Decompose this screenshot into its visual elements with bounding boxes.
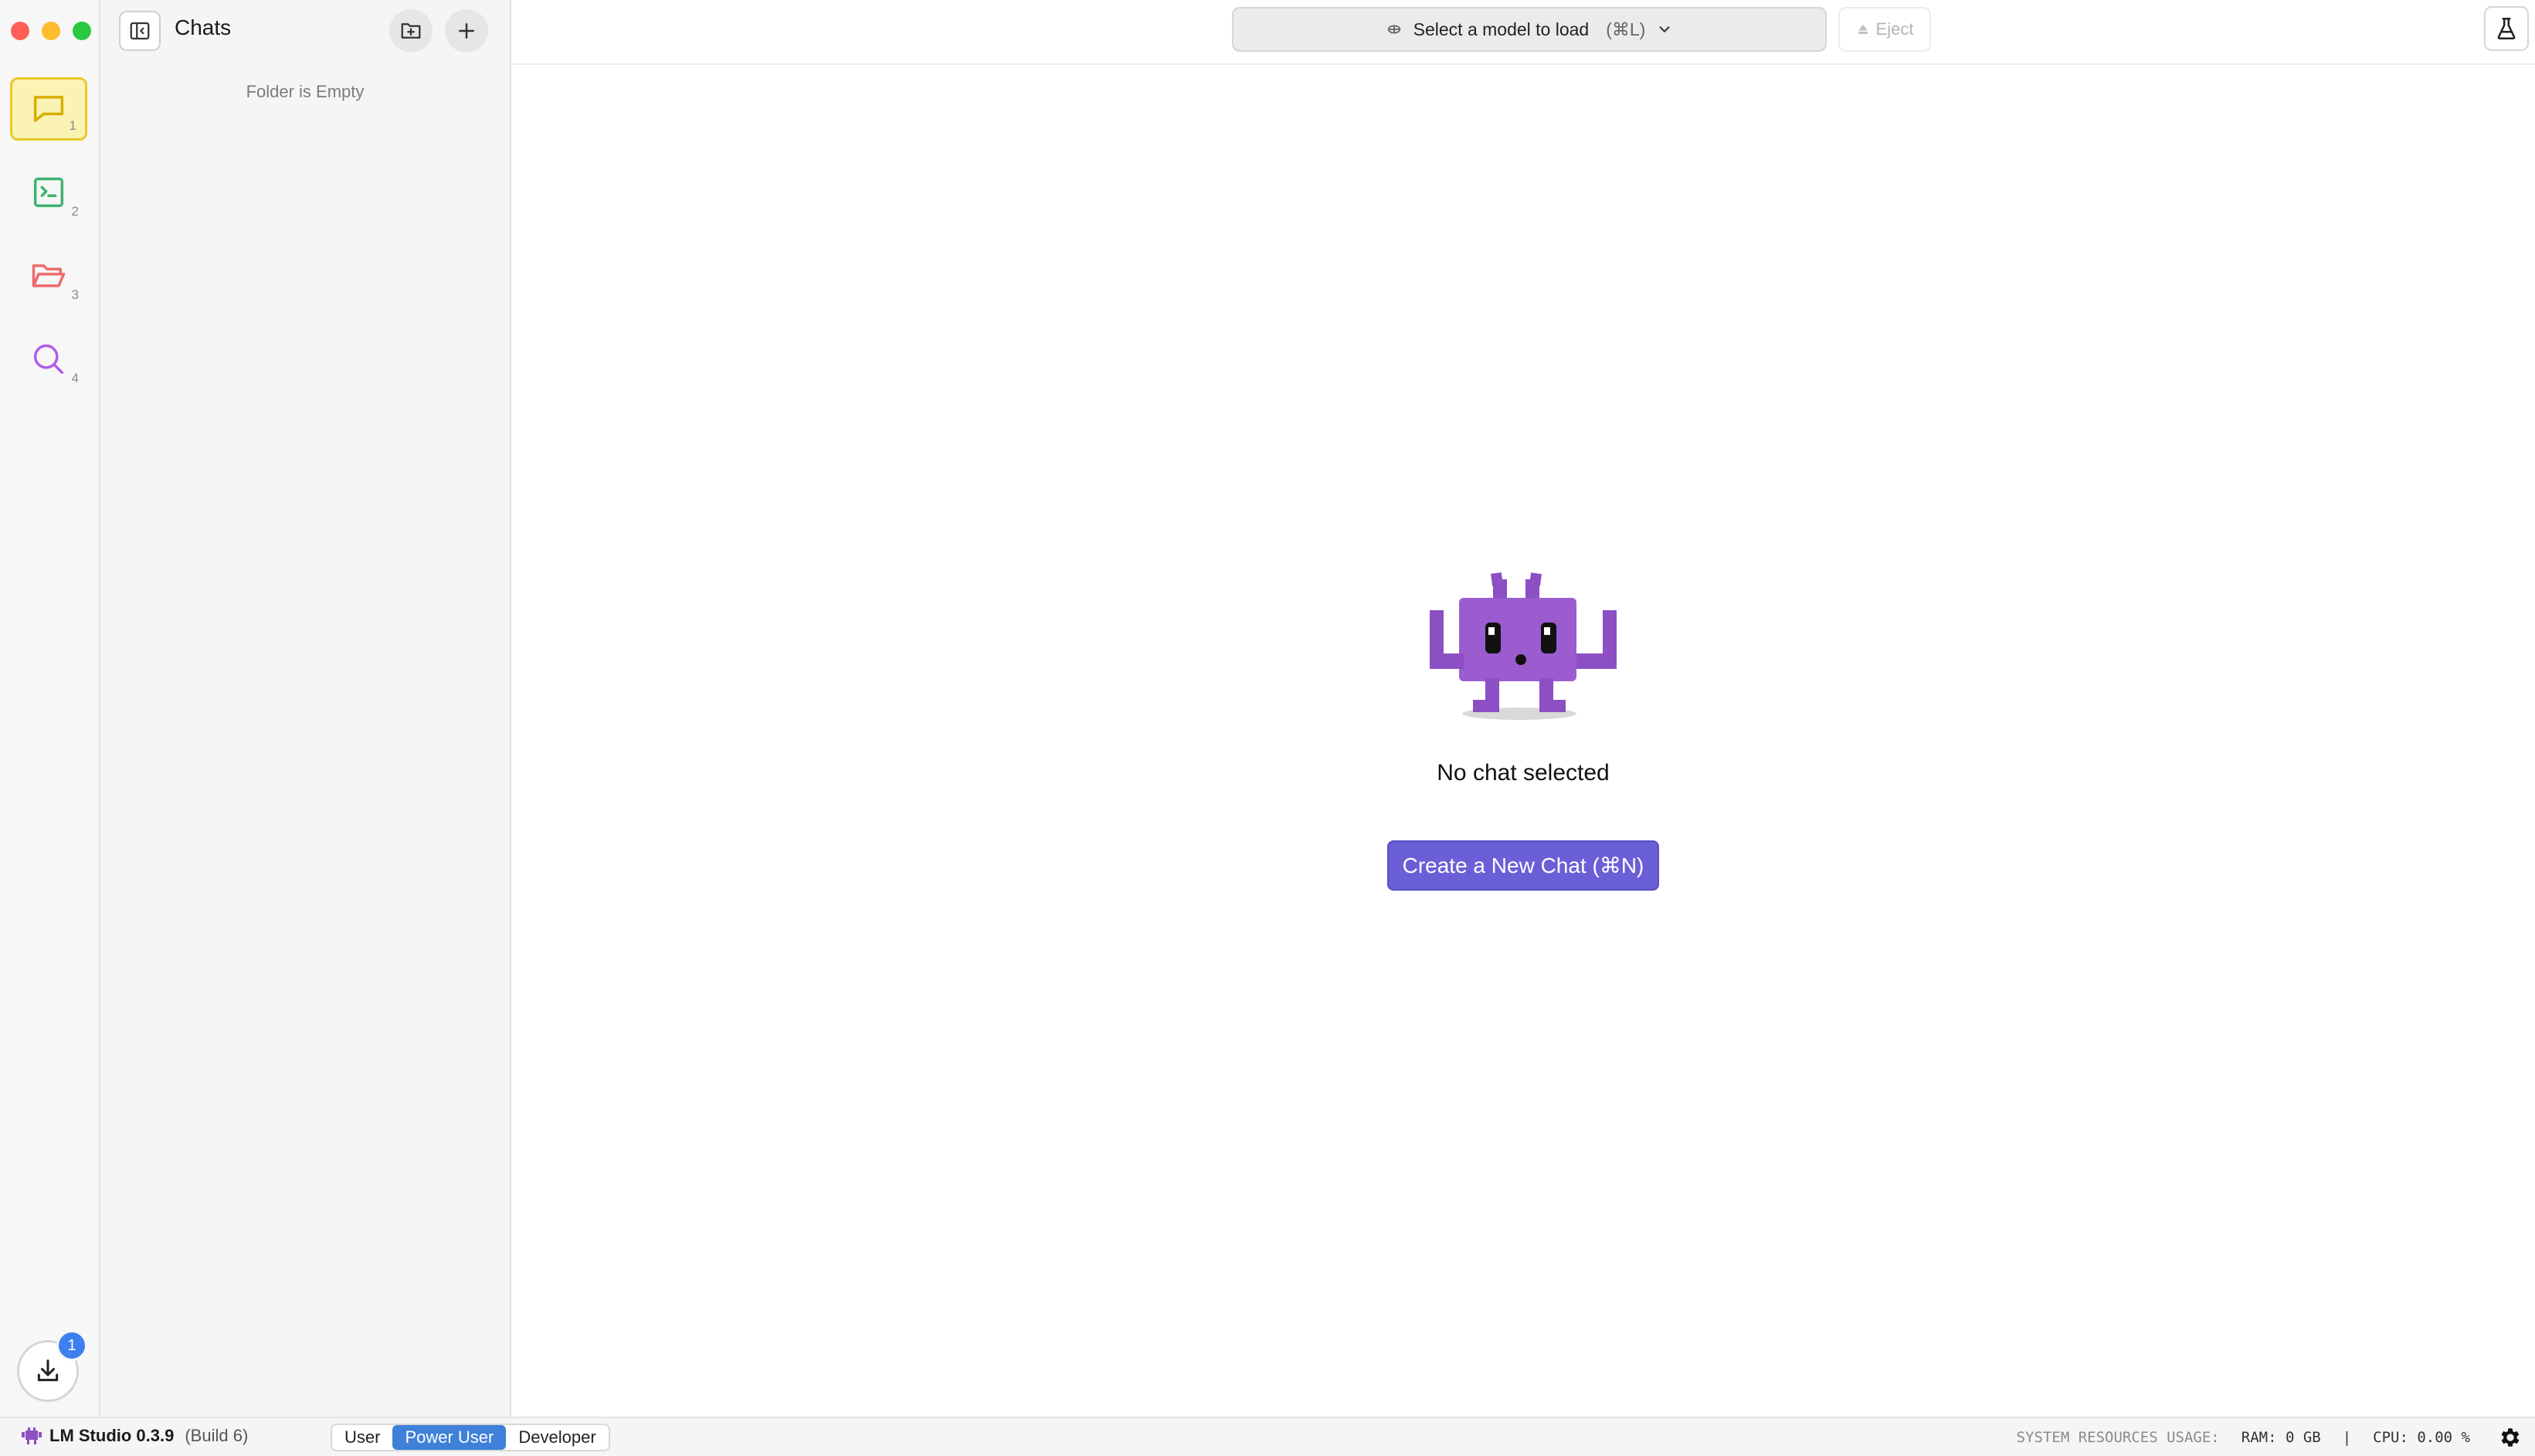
eject-icon [1858, 25, 1868, 34]
resource-separator: | [2342, 1429, 2352, 1446]
sidebar-collapse-icon [130, 22, 150, 40]
app-version: LM Studio 0.3.9 [49, 1426, 175, 1445]
ram-usage: RAM: 0 GB [2241, 1429, 2321, 1446]
cpu-usage: CPU: 0.00 % [2373, 1429, 2470, 1446]
folder-icon [32, 264, 66, 287]
plus-icon [459, 23, 474, 39]
top-bar: Select a model to load (⌘L) Eject [511, 0, 2535, 65]
chats-panel: Chats Folder is Empty [100, 0, 511, 1417]
settings-gear-icon[interactable] [2498, 1425, 2523, 1450]
system-resources: SYSTEM RESOURCES USAGE: RAM: 0 GB | CPU:… [2017, 1429, 2470, 1446]
nav-rail: 1 2 3 4 1 [0, 0, 100, 1417]
status-bar: LM Studio 0.3.9 (Build 6) User Power Use… [0, 1417, 2535, 1456]
rail-item-discover[interactable]: 4 [10, 328, 87, 391]
new-chat-button[interactable] [445, 9, 488, 53]
system-resources-label: SYSTEM RESOURCES USAGE: [2016, 1429, 2220, 1446]
model-chip-icon [1387, 25, 1400, 34]
empty-state: No chat selected Create a New Chat (⌘N) [511, 564, 2535, 891]
chat-bubble-icon [33, 96, 64, 122]
new-folder-button[interactable] [389, 9, 433, 53]
rail-item-number: 3 [69, 287, 81, 303]
folder-plus-icon [401, 23, 421, 39]
model-select-label: Select a model to load [1413, 19, 1590, 39]
chevron-down-icon [1659, 26, 1670, 32]
lm-studio-logo-icon [22, 1427, 42, 1444]
rail-item-chat[interactable]: 1 [10, 77, 87, 141]
mode-power-user[interactable]: Power User [392, 1425, 507, 1450]
terminal-icon [33, 177, 64, 208]
rail-item-my-models[interactable]: 3 [10, 244, 87, 307]
minimize-window-button[interactable] [42, 22, 60, 40]
eject-label: Eject [1875, 19, 1914, 39]
chats-title: Chats [175, 15, 232, 39]
search-icon [33, 344, 64, 375]
main-area: Select a model to load (⌘L) Eject No cha… [511, 0, 2535, 1417]
flask-icon [2497, 17, 2516, 40]
download-icon [37, 1359, 59, 1382]
create-new-chat-button[interactable]: Create a New Chat (⌘N) [1386, 840, 1660, 891]
app-build: (Build 6) [185, 1426, 249, 1445]
downloads-button[interactable]: 1 [17, 1330, 87, 1402]
model-select-shortcut: (⌘L) [1606, 19, 1646, 39]
rail-item-developer[interactable]: 2 [10, 161, 87, 224]
rail-item-number: 1 [69, 118, 76, 133]
rail-item-number: 2 [69, 204, 81, 219]
app-brand: LM Studio 0.3.9 (Build 6) [20, 1426, 248, 1446]
downloads-count-badge: 1 [56, 1330, 87, 1361]
mode-developer[interactable]: Developer [506, 1425, 608, 1450]
model-select-dropdown[interactable]: Select a model to load (⌘L) [1232, 7, 1827, 52]
no-chat-selected-text: No chat selected [1437, 760, 1610, 786]
chats-header: Chats [100, 0, 510, 62]
eject-button[interactable]: Eject [1838, 7, 1931, 52]
lm-studio-mascot-illustration [1430, 572, 1617, 720]
rail-item-number: 4 [69, 371, 81, 386]
mode-switcher: User Power User Developer [331, 1424, 610, 1451]
folder-empty-text: Folder is Empty [246, 82, 365, 101]
mode-user[interactable]: User [332, 1425, 392, 1450]
app-window: 1 2 3 4 1 Chats Folder is Empty Select a… [0, 0, 2535, 1456]
close-window-button[interactable] [11, 22, 29, 40]
window-controls [11, 22, 91, 40]
experimental-features-button[interactable] [2484, 6, 2529, 51]
maximize-window-button[interactable] [73, 22, 91, 40]
toggle-sidebar-button[interactable] [119, 11, 161, 51]
